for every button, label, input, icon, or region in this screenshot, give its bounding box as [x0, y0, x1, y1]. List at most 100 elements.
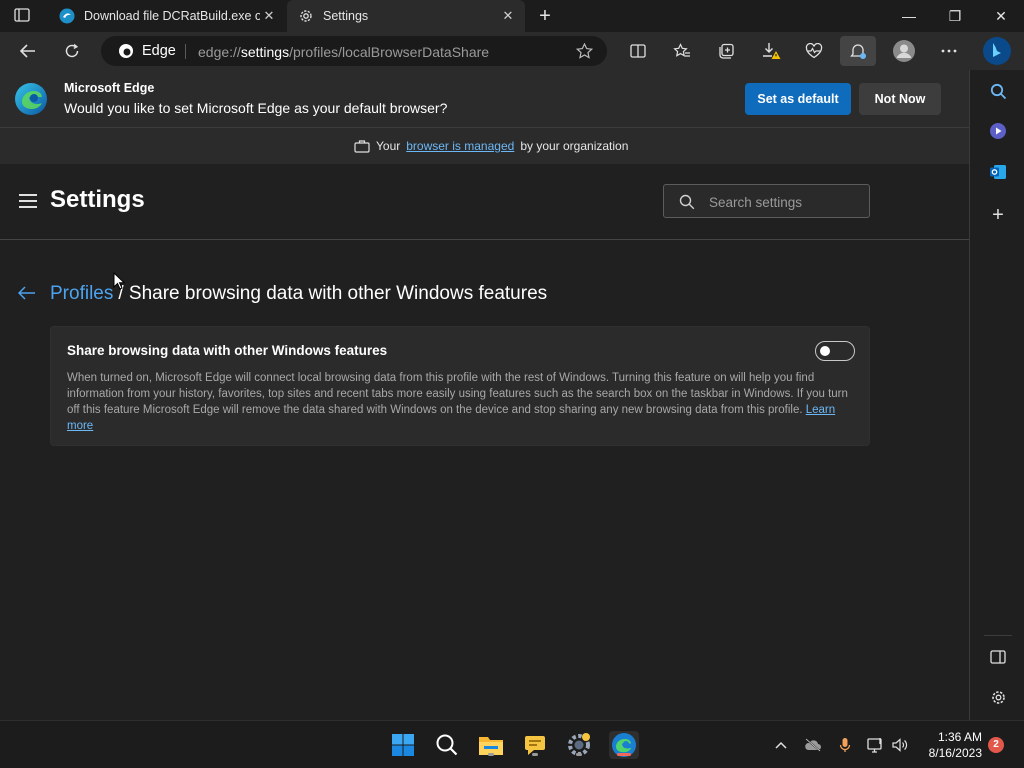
- banner-question: Would you like to set Microsoft Edge as …: [64, 100, 448, 116]
- back-button[interactable]: [14, 37, 42, 65]
- favorite-star-icon[interactable]: [576, 43, 593, 59]
- set-as-default-button[interactable]: Set as default: [745, 83, 851, 115]
- favorites-icon: [673, 43, 690, 57]
- onedrive-button[interactable]: [803, 735, 823, 755]
- microphone-icon: [839, 738, 851, 752]
- setting-description: When turned on, Microsoft Edge will conn…: [67, 372, 848, 432]
- browser-essentials-button[interactable]: [800, 37, 828, 65]
- minimize-button[interactable]: —: [886, 0, 932, 32]
- clock-date: 8/16/2023: [928, 746, 982, 760]
- volume-button[interactable]: [890, 735, 910, 755]
- search-icon: [990, 83, 1006, 99]
- refresh-icon: [65, 43, 79, 58]
- clock-time: 1:36 AM: [937, 730, 982, 744]
- windows-taskbar: 1:36 AM 8/16/2023 2: [0, 720, 1024, 768]
- share-browsing-data-toggle[interactable]: [815, 341, 855, 361]
- menu-button[interactable]: [19, 194, 37, 208]
- not-now-button[interactable]: Not Now: [859, 83, 941, 115]
- running-indicator: [488, 753, 494, 756]
- settings-header: Settings: [0, 164, 969, 240]
- outlook-icon: [990, 165, 1006, 179]
- settings-app-button[interactable]: [565, 731, 593, 759]
- show-hidden-icons-button[interactable]: [771, 735, 791, 755]
- tab-title: Settings: [323, 9, 369, 23]
- setting-title: Share browsing data with other Windows f…: [67, 343, 388, 358]
- windows-logo-icon: [392, 734, 414, 756]
- close-tab-icon[interactable]: ✕: [501, 9, 515, 23]
- file-explorer-button[interactable]: [477, 731, 505, 759]
- speaker-icon: [892, 738, 908, 752]
- chevron-up-icon: [775, 741, 787, 749]
- managed-notice: Your browser is managed by your organiza…: [0, 128, 969, 164]
- tab-actions-icon: [14, 8, 30, 22]
- microphone-button[interactable]: [835, 735, 855, 755]
- active-indicator: [617, 753, 631, 756]
- running-indicator: [532, 753, 538, 756]
- avatar-icon: [893, 40, 915, 62]
- site-identity-label: Edge: [142, 43, 176, 59]
- browser-toolbar: Edge edge://settings/profiles/localBrows…: [0, 32, 1024, 70]
- taskbar-search-button[interactable]: [433, 731, 461, 759]
- mouse-cursor-icon: [113, 272, 125, 290]
- hide-sidebar-button[interactable]: [987, 646, 1009, 668]
- edge-taskbar-button[interactable]: [609, 731, 639, 759]
- search-icon: [679, 194, 695, 210]
- downloads-button[interactable]: [757, 37, 785, 65]
- sidebar-search-button[interactable]: [987, 80, 1009, 102]
- sidebar-games-button[interactable]: [987, 120, 1009, 142]
- start-button[interactable]: [389, 731, 417, 759]
- arrow-left-icon: [19, 44, 35, 58]
- new-tab-button[interactable]: +: [534, 5, 556, 27]
- managed-suffix: by your organization: [520, 139, 629, 153]
- search-box[interactable]: [663, 184, 870, 218]
- address-separator: [185, 44, 186, 59]
- managed-prefix: Your: [376, 139, 401, 153]
- refresh-button[interactable]: [58, 37, 86, 65]
- browser-managed-link[interactable]: browser is managed: [406, 139, 514, 153]
- tab-download[interactable]: Download file DCRatBuild.exe on ✕: [48, 0, 286, 32]
- address-bar[interactable]: Edge edge://settings/profiles/localBrows…: [101, 36, 607, 66]
- taskbar-clock[interactable]: 1:36 AM 8/16/2023: [916, 729, 982, 761]
- bing-chat-icon: [983, 37, 1011, 65]
- heart-pulse-icon: [805, 43, 823, 59]
- close-tab-icon[interactable]: ✕: [262, 9, 276, 23]
- cloud-offline-icon: [805, 738, 821, 752]
- tab-settings[interactable]: Settings ✕: [287, 0, 525, 32]
- banner-app-name: Microsoft Edge: [64, 81, 155, 95]
- notification-badge[interactable]: 2: [988, 737, 1004, 753]
- plus-icon: +: [992, 203, 1004, 226]
- more-options-button[interactable]: [935, 37, 963, 65]
- split-screen-button[interactable]: [624, 37, 652, 65]
- edge-logo-icon: [119, 44, 133, 58]
- favorites-button[interactable]: [668, 37, 696, 65]
- copilot-button[interactable]: [981, 35, 1013, 67]
- sidebar-add-button[interactable]: +: [987, 204, 1009, 226]
- edge-sidebar: +: [969, 70, 1024, 720]
- collections-button[interactable]: [712, 37, 740, 65]
- tab-strip: Download file DCRatBuild.exe on ✕ Settin…: [0, 0, 1024, 32]
- back-arrow-icon[interactable]: [17, 284, 38, 305]
- briefcase-icon: [354, 140, 370, 153]
- tab-title: Download file DCRatBuild.exe on: [84, 9, 260, 23]
- toggle-knob: [820, 346, 830, 356]
- search-icon: [436, 734, 458, 756]
- network-button[interactable]: [866, 735, 886, 755]
- network-icon: [867, 738, 882, 753]
- search-input[interactable]: [709, 192, 859, 212]
- notifications-button[interactable]: [840, 36, 876, 66]
- close-window-button[interactable]: ✕: [978, 0, 1024, 32]
- feedback-app-button[interactable]: [521, 731, 549, 759]
- tab-actions-button[interactable]: [14, 8, 32, 24]
- sidebar-outlook-button[interactable]: [987, 161, 1009, 183]
- profile-button[interactable]: [890, 37, 918, 65]
- breadcrumb: Profiles / Share browsing data with othe…: [17, 282, 547, 306]
- collections-icon: [718, 43, 734, 59]
- sidebar-panel-icon: [990, 650, 1006, 664]
- download-warning-icon: [763, 43, 781, 59]
- restore-button[interactable]: ❐: [932, 0, 978, 32]
- breadcrumb-profiles-link[interactable]: Profiles: [50, 283, 113, 305]
- gear-icon: [300, 10, 312, 22]
- customize-sidebar-button[interactable]: [987, 686, 1009, 708]
- url-text: edge://settings/profiles/localBrowserDat…: [198, 44, 490, 60]
- default-browser-banner: Microsoft Edge Would you like to set Mic…: [0, 70, 969, 128]
